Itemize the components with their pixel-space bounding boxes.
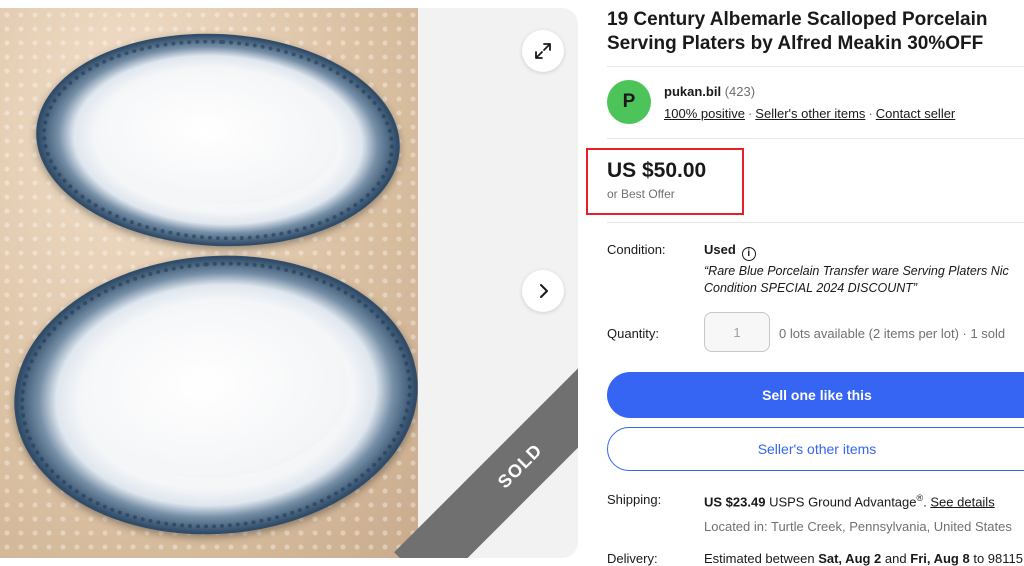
title-line-2: Serving Platers by Alfred Meakin 30%OFF bbox=[607, 33, 984, 54]
expand-icon bbox=[535, 43, 551, 59]
contact-seller-link[interactable]: Contact seller bbox=[876, 106, 955, 121]
divider bbox=[607, 138, 1024, 139]
seller-links: 100% positive · Seller's other items · Conta… bbox=[664, 106, 955, 121]
quantity-label: Quantity: bbox=[607, 326, 660, 341]
delivery-end: Fri, Aug 8 bbox=[910, 551, 970, 566]
delivery-label: Delivery: bbox=[607, 551, 658, 566]
sell-one-like-this-button[interactable]: Sell one like this bbox=[607, 372, 1024, 418]
trademark: ® bbox=[916, 493, 924, 503]
delivery-and: and bbox=[884, 551, 907, 566]
shipping-cost: US $23.49 bbox=[704, 494, 766, 510]
located-in: Located in: Turtle Creek, Pennsylvania, … bbox=[704, 519, 1012, 534]
sellers-other-items-button[interactable]: Seller's other items bbox=[607, 427, 1024, 471]
sellers-other-items-link[interactable]: Seller's other items bbox=[755, 106, 865, 121]
shipping-service: USPS Ground Advantage bbox=[769, 494, 917, 510]
next-image-button[interactable] bbox=[522, 270, 564, 312]
condition-label: Condition: bbox=[607, 242, 666, 257]
condition-desc-line-1: “Rare Blue Porcelain Transfer ware Servi… bbox=[704, 264, 1009, 278]
separator: · bbox=[747, 106, 753, 121]
quantity-input[interactable] bbox=[704, 312, 770, 352]
listing-photo[interactable] bbox=[0, 8, 418, 558]
positive-feedback-link[interactable]: 100% positive bbox=[664, 106, 745, 121]
price: US $50.00 bbox=[607, 159, 707, 182]
shipping-value: US $23.49 USPS Ground Advantage®. See de… bbox=[704, 493, 995, 510]
divider bbox=[607, 66, 1024, 67]
sold-label: SOLD bbox=[493, 439, 546, 492]
quantity-availability: 0 lots available (2 items per lot) · 1 s… bbox=[779, 326, 1006, 341]
condition-text: Used bbox=[704, 242, 736, 257]
title-line-1: 19 Century Albemarle Scalloped Porcelain bbox=[607, 9, 988, 30]
delivery-estimated: Estimated between bbox=[704, 551, 815, 566]
shipping-label: Shipping: bbox=[607, 492, 662, 507]
seller-name[interactable]: pukan.bil bbox=[664, 84, 721, 99]
condition-description: “Rare Blue Porcelain Transfer ware Servi… bbox=[704, 263, 1009, 297]
info-icon[interactable]: i bbox=[741, 247, 756, 261]
listing-title: 19 Century Albemarle Scalloped Porcelain… bbox=[607, 8, 1024, 56]
sold-ribbon: SOLD bbox=[394, 340, 578, 558]
see-details-link[interactable]: See details bbox=[930, 494, 994, 509]
delivery-value: Estimated between Sat, Aug 2 and Fri, Au… bbox=[704, 551, 1023, 566]
condition-desc-line-2: Condition SPECIAL 2024 DISCOUNT” bbox=[704, 281, 918, 295]
best-offer-label: or Best Offer bbox=[607, 187, 675, 201]
delivery-start: Sat, Aug 2 bbox=[818, 551, 882, 566]
divider bbox=[607, 222, 1024, 223]
condition-value: Used i bbox=[704, 242, 756, 261]
seller-avatar[interactable]: P bbox=[607, 80, 651, 124]
seller-feedback-count: (423) bbox=[724, 84, 756, 99]
image-gallery: SOLD bbox=[0, 8, 578, 558]
delivery-to: to 98115 bbox=[973, 551, 1023, 566]
seller-info: pukan.bil (423) bbox=[664, 84, 755, 99]
chevron-right-icon bbox=[540, 284, 548, 298]
expand-button[interactable] bbox=[522, 30, 564, 72]
separator: · bbox=[868, 106, 873, 121]
